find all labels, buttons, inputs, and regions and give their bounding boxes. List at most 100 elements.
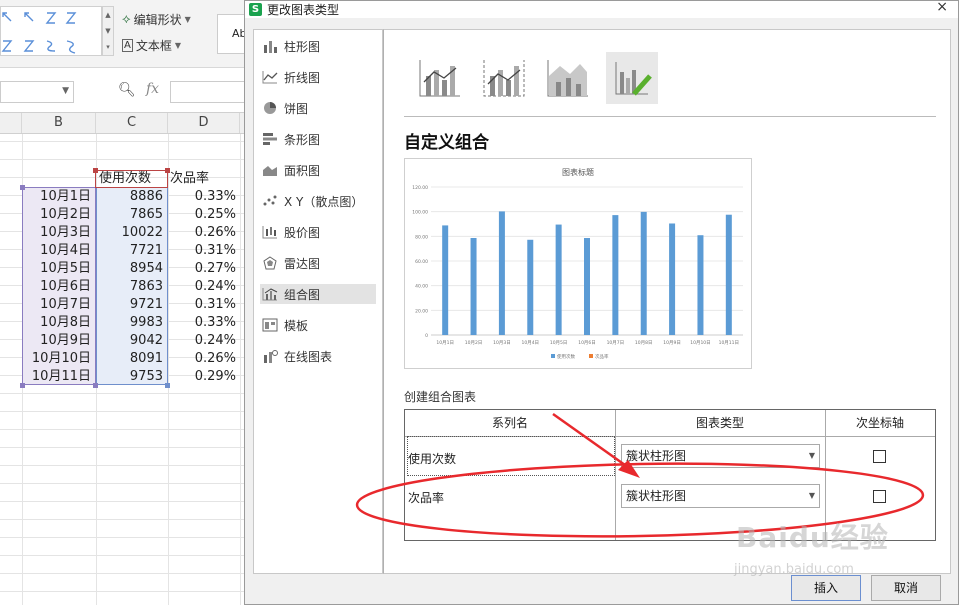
nav-item-template[interactable]: 模板 [260, 315, 376, 335]
nav-item-pie[interactable]: 饼图 [260, 98, 376, 118]
subtype-area-column[interactable] [542, 52, 594, 104]
rate-cell[interactable]: 0.25% [168, 206, 238, 224]
column-header-d[interactable]: D [168, 113, 240, 133]
scatter-chart-icon [263, 195, 277, 206]
secondary-axis-checkbox-1[interactable] [873, 450, 886, 463]
use-cell[interactable]: 9753 [96, 368, 166, 386]
rate-cell[interactable]: 0.26% [168, 350, 238, 368]
column-header-b[interactable]: B [22, 113, 96, 133]
edit-shape-button[interactable]: ⟡ 编辑形状 ▼ [122, 10, 191, 28]
chevron-down-icon: ▼ [808, 491, 815, 500]
subtype-column-line[interactable] [414, 52, 466, 104]
scroll-up-icon[interactable]: ▲ [103, 7, 113, 23]
use-cell[interactable]: 10022 [96, 224, 166, 242]
date-cell[interactable]: 10月7日 [22, 296, 94, 314]
table-row: 10月10日 8091 0.26% [0, 350, 245, 368]
use-cell[interactable]: 7865 [96, 206, 166, 224]
date-cell[interactable]: 10月4日 [22, 242, 94, 260]
freeform-shapes-icon [1, 12, 77, 54]
rate-cell[interactable]: 0.26% [168, 224, 238, 242]
formula-input[interactable] [170, 81, 245, 103]
fx-icon[interactable]: fx [146, 81, 159, 97]
date-cell[interactable]: 10月3日 [22, 224, 94, 242]
table-row: 10月7日 9721 0.31% [0, 296, 245, 314]
date-cell[interactable]: 10月10日 [22, 350, 94, 368]
bar [725, 214, 732, 335]
rate-cell[interactable]: 0.29% [168, 368, 238, 386]
use-cell[interactable]: 9042 [96, 332, 166, 350]
use-cell[interactable]: 9721 [96, 296, 166, 314]
zoom-icon[interactable]: 🔍︎ [118, 82, 136, 98]
date-cell[interactable]: 10月11日 [22, 368, 94, 386]
use-cell[interactable]: 7721 [96, 242, 166, 260]
rate-cell[interactable]: 0.33% [168, 188, 238, 206]
rate-cell[interactable]: 0.31% [168, 296, 238, 314]
rate-cell[interactable]: 0.24% [168, 332, 238, 350]
wps-app-icon: S [249, 3, 262, 16]
nav-item-bar[interactable]: 条形图 [260, 129, 376, 149]
textbox-icon: A [122, 38, 133, 52]
legend-label: 次品率 [595, 353, 609, 360]
close-icon[interactable]: × [936, 0, 948, 15]
insert-button[interactable]: 插入 [791, 575, 861, 601]
corner-cell[interactable] [0, 113, 22, 133]
table-row: 10月1日 8886 0.33% [0, 188, 245, 206]
bar [697, 235, 704, 335]
date-cell[interactable]: 10月8日 [22, 314, 94, 332]
bar [527, 239, 534, 335]
nav-item-column[interactable]: 柱形图 [260, 36, 376, 56]
cancel-button[interactable]: 取消 [871, 575, 941, 601]
text-style-preview[interactable]: Ab [217, 14, 245, 54]
use-cell[interactable]: 9983 [96, 314, 166, 332]
gallery-scrollbar[interactable]: ▲ ▼ ▾ [102, 6, 114, 56]
scroll-down-icon[interactable]: ▼ [103, 23, 113, 39]
nav-item-scatter[interactable]: X Y（散点图） [260, 191, 376, 211]
header-cell-defect-rate[interactable]: 次品率 [170, 170, 209, 188]
use-cell[interactable]: 8954 [96, 260, 166, 278]
x-tick-label: 10月2日 [465, 340, 483, 346]
dialog-titlebar[interactable]: S 更改图表类型 × [245, 0, 958, 18]
use-cell[interactable]: 8886 [96, 188, 166, 206]
date-cell[interactable]: 10月1日 [22, 188, 94, 206]
nav-item-area[interactable]: 面积图 [260, 160, 376, 180]
nav-item-online[interactable]: 在线图表 [260, 346, 376, 366]
nav-item-stock[interactable]: 股价图 [260, 222, 376, 242]
subtype-column-line-secondary[interactable] [478, 52, 530, 104]
chart-type-select-1[interactable]: 簇状柱形图 ▼ [621, 444, 820, 468]
nav-item-combo[interactable]: 组合图 [260, 284, 376, 304]
y-tick-label: 0 [425, 333, 428, 339]
chevron-down-icon: ▼ [174, 40, 182, 50]
rate-cell[interactable]: 0.24% [168, 278, 238, 296]
column-header-secondary: 次坐标轴 [825, 410, 935, 437]
ribbon: ▲ ▼ ▾ ⟡ 编辑形状 ▼ A 文本框 ▼ Ab [0, 0, 245, 68]
gallery-expand-icon[interactable]: ▾ [103, 39, 113, 55]
subtype-custom-combo[interactable] [606, 52, 658, 104]
y-tick-label: 80.00 [415, 234, 428, 240]
shapes-gallery[interactable] [0, 6, 102, 56]
date-cell[interactable]: 10月9日 [22, 332, 94, 350]
y-tick-label: 60.00 [415, 259, 428, 265]
chevron-down-icon: ▼ [184, 14, 191, 24]
rate-cell[interactable]: 0.31% [168, 242, 238, 260]
date-cell[interactable]: 10月5日 [22, 260, 94, 278]
header-cell-use-count[interactable]: 使用次数 [95, 170, 168, 188]
use-cell[interactable]: 8091 [96, 350, 166, 368]
chart-type-select-2[interactable]: 簇状柱形图 ▼ [621, 484, 820, 508]
watermark-logo: Baidu经验 [736, 521, 889, 554]
change-chart-type-dialog: S 更改图表类型 × 柱形图 折线图 饼图 条形图 面积图 X Y（散点图） 股… [244, 0, 959, 605]
name-box[interactable]: ▼ [0, 81, 74, 103]
x-tick-label: 10月7日 [607, 340, 625, 346]
secondary-axis-checkbox-2[interactable] [873, 490, 886, 503]
textbox-button[interactable]: A 文本框 ▼ [122, 36, 181, 54]
use-cell[interactable]: 7863 [96, 278, 166, 296]
date-cell[interactable]: 10月2日 [22, 206, 94, 224]
date-cell[interactable]: 10月6日 [22, 278, 94, 296]
nav-item-line[interactable]: 折线图 [260, 67, 376, 87]
rate-cell[interactable]: 0.33% [168, 314, 238, 332]
rate-cell[interactable]: 0.27% [168, 260, 238, 278]
nav-item-radar[interactable]: 雷达图 [260, 253, 376, 273]
column-header-c[interactable]: C [96, 113, 168, 133]
divider [404, 116, 936, 117]
create-combo-label: 创建组合图表 [404, 390, 477, 404]
column-header-type: 图表类型 [615, 410, 825, 437]
